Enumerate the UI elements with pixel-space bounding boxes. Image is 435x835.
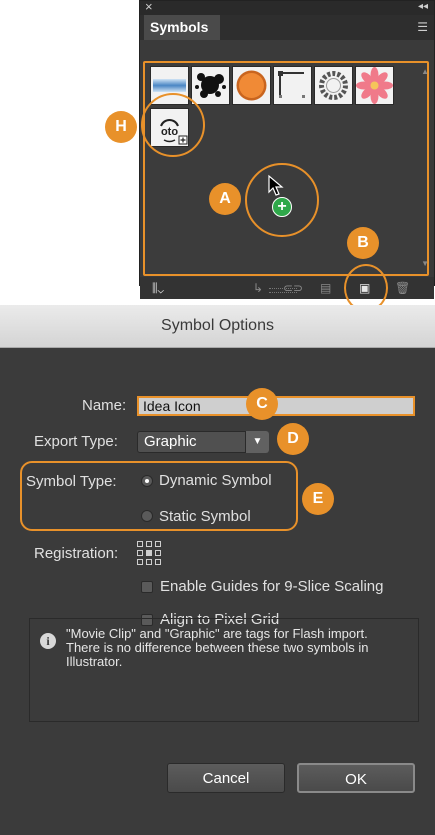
- panel-tab-bar: Symbols ☰: [140, 15, 434, 40]
- symbol-swatch-flower[interactable]: [355, 66, 394, 105]
- delete-symbol-icon[interactable]: 🗑: [395, 281, 410, 295]
- static-symbol-radio[interactable]: [141, 510, 153, 522]
- panel-title-bar: × ◂◂: [140, 0, 434, 15]
- symbol-swatch-orange-button[interactable]: [232, 66, 271, 105]
- name-label: Name:: [82, 397, 127, 414]
- registration-label: Registration:: [34, 545, 119, 562]
- dynamic-symbol-radio[interactable]: [141, 475, 153, 487]
- place-symbol-instance-icon[interactable]: ↳: [253, 281, 263, 295]
- callout-badge-d: D: [277, 423, 309, 455]
- symbol-type-label: Symbol Type:: [26, 473, 117, 490]
- callout-badge-h: H: [105, 111, 137, 143]
- close-icon[interactable]: ×: [145, 0, 153, 14]
- callout-badge-e: E: [302, 483, 334, 515]
- static-symbol-label[interactable]: Static Symbol: [159, 508, 251, 525]
- symbol-swatch-wreath[interactable]: [314, 66, 353, 105]
- scroll-up-arrow-icon[interactable]: ▲: [421, 67, 429, 76]
- chevron-down-icon[interactable]: ▼: [245, 431, 269, 453]
- scroll-down-arrow-icon[interactable]: ▼: [421, 259, 429, 268]
- symbol-options-dialog: Symbol Options Name: Idea Icon Export Ty…: [0, 305, 435, 835]
- collapse-panel-icon[interactable]: ◂◂: [418, 1, 428, 12]
- info-icon: i: [40, 633, 56, 649]
- callout-ring-a: [245, 163, 319, 237]
- callout-ring-h: [141, 93, 205, 157]
- dialog-title: Symbol Options: [161, 317, 274, 334]
- callout-badge-c: C: [246, 388, 278, 420]
- callout-badge-a: A: [209, 183, 241, 215]
- enable-guides-checkbox[interactable]: [141, 581, 153, 593]
- export-type-label: Export Type:: [34, 433, 118, 450]
- dynamic-symbol-label[interactable]: Dynamic Symbol: [159, 472, 272, 489]
- tab-symbols[interactable]: Symbols: [144, 15, 220, 40]
- symbol-swatch-ink-splat[interactable]: [191, 66, 230, 105]
- cancel-button[interactable]: Cancel: [167, 763, 285, 793]
- resize-grip[interactable]: [269, 288, 297, 293]
- symbol-swatch-frame[interactable]: [273, 66, 312, 105]
- callout-badge-b: B: [347, 227, 379, 259]
- enable-guides-label[interactable]: Enable Guides for 9-Slice Scaling: [160, 578, 383, 595]
- ok-button[interactable]: OK: [297, 763, 415, 793]
- symbol-libraries-menu-icon[interactable]: ⫼⌄: [152, 281, 164, 296]
- dialog-title-bar: Symbol Options: [0, 305, 435, 348]
- registration-point-grid[interactable]: [137, 541, 163, 567]
- symbol-options-icon[interactable]: ▤: [320, 281, 331, 295]
- info-text: "Movie Clip" and "Graphic" are tags for …: [66, 626, 369, 669]
- panel-menu-icon[interactable]: ☰: [417, 20, 428, 34]
